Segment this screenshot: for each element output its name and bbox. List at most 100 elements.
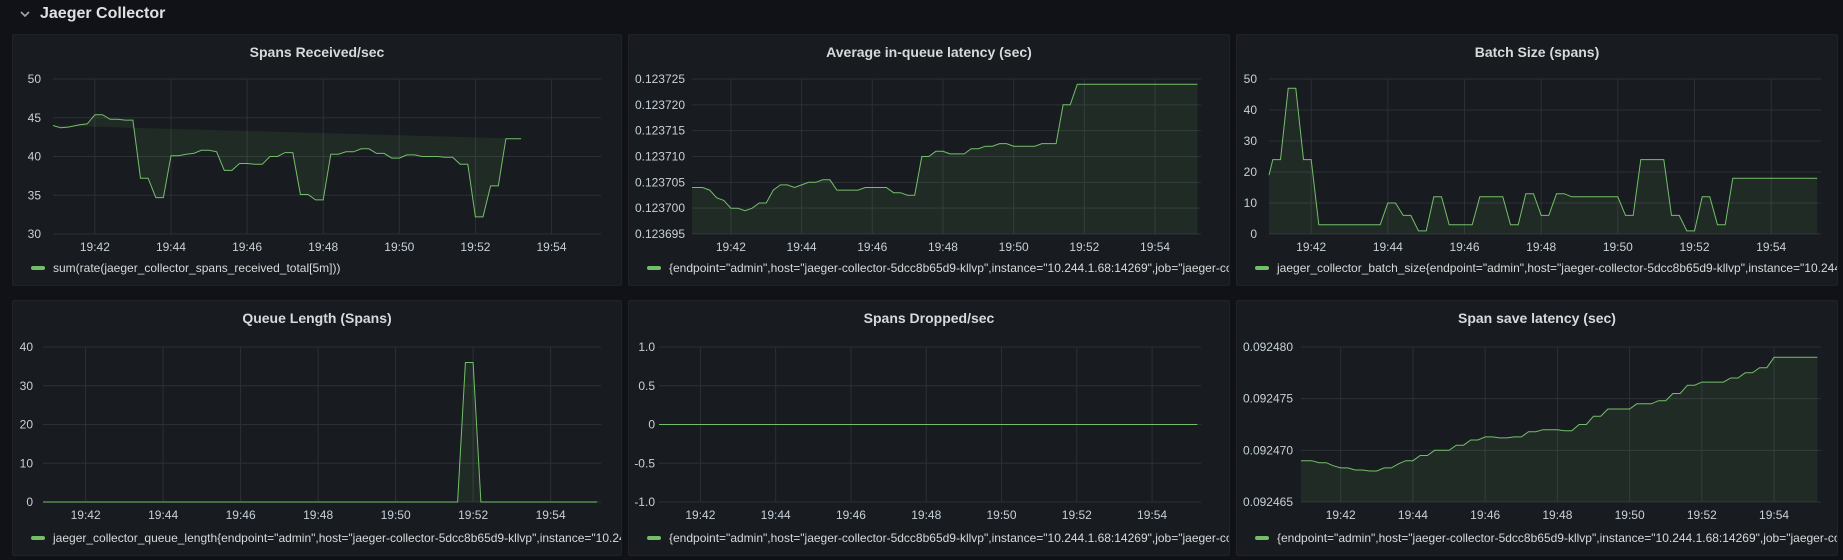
y-tick-label: 10 — [1244, 196, 1258, 210]
y-tick-label: 0.092470 — [1243, 443, 1293, 457]
y-tick-label: 0.123695 — [635, 227, 685, 241]
chart-in-queue-latency: 0.123695 0.123700 0.123705 0.123710 0.123715… — [635, 72, 1201, 254]
y-tick-label: 0.092480 — [1243, 340, 1293, 354]
x-tick-label: 19:48 — [308, 240, 338, 254]
series-line — [52, 114, 522, 218]
x-tick-label: 19:46 — [1470, 508, 1500, 522]
chart-spans-received: 30 35 40 45 50 19:42 19:44 19:46 19:48 19:50 19:52… — [28, 72, 601, 254]
x-tick-label: 19:52 — [1069, 240, 1099, 254]
legend-item[interactable]: {endpoint="admin",host="jaeger-collector… — [647, 529, 1229, 547]
x-tick-label: 19:52 — [458, 508, 488, 522]
x-tick-label: 19:44 — [148, 508, 178, 522]
row-title: Jaeger Collector — [40, 5, 166, 22]
legend-label[interactable]: {endpoint="admin",host="jaeger-collector… — [669, 261, 1229, 275]
x-tick-label: 19:48 — [928, 240, 958, 254]
x-tick-label: 19:50 — [1615, 508, 1645, 522]
x-tick-label: 19:48 — [1526, 240, 1556, 254]
y-tick-label: -0.5 — [634, 456, 655, 470]
y-tick-label: 0.092465 — [1243, 495, 1293, 509]
chart-batch-size: 0 10 20 30 40 50 19:42 19:44 19:46 19:48 19:50 19:5… — [1244, 72, 1821, 254]
series-area-fill — [43, 362, 598, 502]
x-tick-label: 19:52 — [460, 240, 490, 254]
series-color-swatch — [647, 266, 661, 270]
chart-queue-length: 0 10 20 30 40 19:42 19:44 19:46 19:48 19:50 19:52 1… — [20, 340, 601, 522]
y-tick-label: 30 — [20, 379, 34, 393]
series-color-swatch — [31, 536, 45, 540]
y-tick-label: 0.123720 — [635, 98, 685, 112]
legend-item[interactable]: jaeger_collector_batch_size{endpoint="ad… — [1255, 259, 1837, 277]
x-tick-label: 19:42 — [1296, 240, 1326, 254]
panel-span-save-latency[interactable]: Span save latency (sec) 0.092465 0.092470… — [1236, 300, 1838, 556]
x-tick-label: 19:54 — [1759, 508, 1789, 522]
y-tick-label: 50 — [28, 72, 42, 86]
x-tick-label: 19:50 — [1603, 240, 1633, 254]
x-tick-label: 19:42 — [71, 508, 101, 522]
x-tick-label: 19:54 — [1756, 240, 1786, 254]
x-tick-label: 19:46 — [857, 240, 887, 254]
y-tick-label: 0.123725 — [635, 72, 685, 86]
y-tick-label: 0.123700 — [635, 201, 685, 215]
chart-spans-dropped: -1.0 -0.5 0 0.5 1.0 19:42 19:44 19:46 19:48 19:50… — [634, 340, 1201, 522]
y-tick-label: 40 — [20, 340, 34, 354]
x-tick-label: 19:44 — [156, 240, 186, 254]
x-tick-label: 19:52 — [1062, 508, 1092, 522]
x-tick-label: 19:42 — [685, 508, 715, 522]
x-tick-label: 19:48 — [911, 508, 941, 522]
legend-item[interactable]: sum(rate(jaeger_collector_spans_received… — [31, 259, 621, 277]
x-tick-label: 19:46 — [226, 508, 256, 522]
x-tick-label: 19:50 — [381, 508, 411, 522]
y-tick-label: 0.123710 — [635, 150, 685, 164]
panel-queue-length[interactable]: Queue Length (Spans) 0 10 20 30 40 19:42 19:44… — [12, 300, 622, 556]
x-tick-label: 19:44 — [787, 240, 817, 254]
y-tick-label: 30 — [1244, 134, 1258, 148]
panel-spans-received[interactable]: Spans Received/sec 30 35 40 45 50 19:42 19:44 1… — [12, 34, 622, 286]
x-tick-label: 19:42 — [80, 240, 110, 254]
x-tick-label: 19:54 — [536, 508, 566, 522]
legend-label[interactable]: sum(rate(jaeger_collector_spans_received… — [53, 261, 340, 275]
y-tick-label: 0.092475 — [1243, 392, 1293, 406]
legend-item[interactable]: {endpoint="admin",host="jaeger-collector… — [1255, 529, 1837, 547]
legend-label[interactable]: {endpoint="admin",host="jaeger-collector… — [1277, 531, 1837, 545]
x-tick-label: 19:54 — [1137, 508, 1167, 522]
y-tick-label: -1.0 — [634, 495, 655, 509]
x-tick-label: 19:42 — [1326, 508, 1356, 522]
x-tick-label: 19:52 — [1687, 508, 1717, 522]
legend-item[interactable]: jaeger_collector_queue_length{endpoint="… — [31, 529, 621, 547]
y-tick-label: 0.123705 — [635, 175, 685, 189]
y-tick-label: 40 — [1244, 103, 1258, 117]
panel-in-queue-latency[interactable]: Average in-queue latency (sec) 0.123695 0… — [628, 34, 1230, 286]
legend-label[interactable]: jaeger_collector_batch_size{endpoint="ad… — [1277, 261, 1837, 275]
series-color-swatch — [647, 536, 661, 540]
x-tick-label: 19:48 — [1542, 508, 1572, 522]
legend-label[interactable]: {endpoint="admin",host="jaeger-collector… — [669, 531, 1229, 545]
legend-item[interactable]: {endpoint="admin",host="jaeger-collector… — [647, 259, 1229, 277]
panel-spans-dropped[interactable]: Spans Dropped/sec -1.0 -0.5 0 0.5 1.0 19:42 19… — [628, 300, 1230, 556]
y-tick-label: 20 — [1244, 165, 1258, 179]
row-header[interactable]: Jaeger Collector — [0, 0, 1843, 28]
y-tick-label: 0 — [648, 418, 655, 432]
x-tick-label: 19:44 — [761, 508, 791, 522]
y-tick-label: 0 — [1250, 227, 1257, 241]
y-tick-label: 0.123715 — [635, 124, 685, 138]
x-tick-label: 19:44 — [1373, 240, 1403, 254]
series-color-swatch — [31, 266, 45, 270]
x-tick-label: 19:50 — [384, 240, 414, 254]
x-tick-label: 19:46 — [232, 240, 262, 254]
x-tick-label: 19:52 — [1679, 240, 1709, 254]
x-tick-label: 19:46 — [1449, 240, 1479, 254]
legend-label[interactable]: jaeger_collector_queue_length{endpoint="… — [53, 531, 621, 545]
x-tick-label: 19:48 — [303, 508, 333, 522]
y-tick-label: 50 — [1244, 72, 1258, 86]
x-tick-label: 19:46 — [836, 508, 866, 522]
y-tick-label: 0 — [26, 495, 33, 509]
x-tick-label: 19:42 — [716, 240, 746, 254]
x-tick-label: 19:54 — [1140, 240, 1170, 254]
chevron-down-icon[interactable] — [18, 7, 32, 21]
panel-batch-size[interactable]: Batch Size (spans) 0 10 20 30 40 50 19:42 19:44… — [1236, 34, 1838, 286]
series-area-fill — [53, 114, 522, 217]
series-color-swatch — [1255, 266, 1269, 270]
x-tick-label: 19:50 — [986, 508, 1016, 522]
x-tick-label: 19:44 — [1398, 508, 1428, 522]
x-tick-label: 19:50 — [999, 240, 1029, 254]
y-tick-label: 0.5 — [638, 379, 655, 393]
